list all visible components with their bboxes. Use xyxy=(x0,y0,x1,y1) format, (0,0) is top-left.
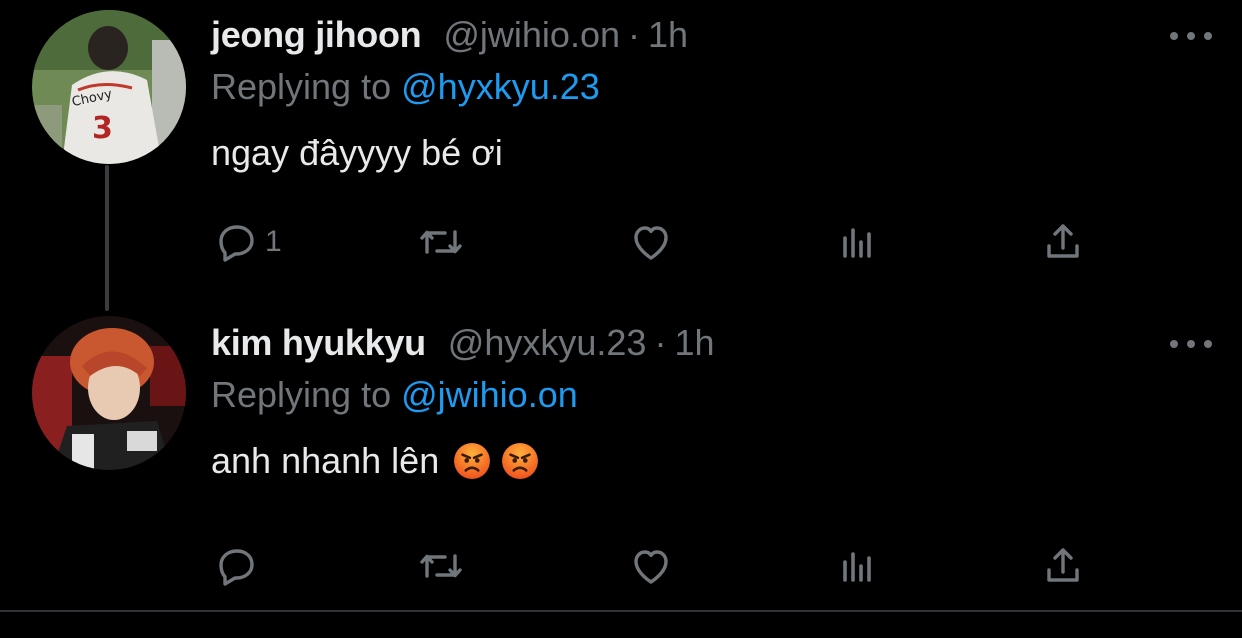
user-handle[interactable]: @jwihio.on xyxy=(443,14,620,56)
more-dot xyxy=(1170,32,1178,40)
more-dot xyxy=(1187,340,1195,348)
reply-icon xyxy=(219,549,254,586)
separator-dot: · xyxy=(654,322,667,363)
share-button[interactable] xyxy=(1039,542,1087,590)
separator-dot: · xyxy=(628,14,640,55)
replying-to: Replying to @jwihio.on xyxy=(211,374,578,416)
tweet-body: ngay đâyyyy bé ơi xyxy=(211,132,503,173)
share-icon xyxy=(1047,224,1079,258)
reply-button[interactable] xyxy=(213,542,261,590)
timestamp[interactable]: 1h xyxy=(648,14,688,56)
stats-icon xyxy=(843,552,871,582)
tweet[interactable]: Chovy 3 jeong jihoon @jwihio.on · 1h Rep… xyxy=(0,0,1242,305)
tweet-header: kim hyukkyu @hyxkyu.23 · 1h xyxy=(211,322,714,370)
like-button[interactable] xyxy=(627,218,675,266)
replying-to: Replying to @hyxkyu.23 xyxy=(211,66,600,108)
retweet-button[interactable] xyxy=(417,542,465,590)
stats-button[interactable] xyxy=(833,542,881,590)
reply-icon xyxy=(219,225,254,262)
display-name[interactable]: kim hyukkyu xyxy=(211,322,426,364)
avatar-image xyxy=(32,316,186,470)
share-icon xyxy=(1047,548,1079,582)
user-handle[interactable]: @hyxkyu.23 xyxy=(448,322,647,364)
retweet-icon xyxy=(420,554,462,578)
like-button[interactable] xyxy=(627,542,675,590)
avatar[interactable] xyxy=(32,316,186,470)
tweet-text: ngay đâyyyy bé ơi xyxy=(211,132,503,174)
like-icon xyxy=(634,550,668,584)
more-icon[interactable] xyxy=(1170,24,1212,48)
like-icon xyxy=(634,226,668,260)
avatar-jersey-number: 3 xyxy=(92,111,113,146)
tweet[interactable]: kim hyukkyu @hyxkyu.23 · 1h Replying to … xyxy=(0,308,1242,613)
divider xyxy=(0,610,1242,612)
replying-to-handle[interactable]: @hyxkyu.23 xyxy=(401,66,600,107)
stats-icon xyxy=(843,228,871,258)
more-icon[interactable] xyxy=(1170,332,1212,356)
more-dot xyxy=(1187,32,1195,40)
more-dot xyxy=(1170,340,1178,348)
display-name[interactable]: jeong jihoon xyxy=(211,14,422,56)
retweet-icon xyxy=(420,230,462,254)
action-bar: 1 xyxy=(213,218,1093,266)
timestamp[interactable]: 1h xyxy=(674,322,714,364)
tweet-header: jeong jihoon @jwihio.on · 1h xyxy=(211,14,688,62)
avatar[interactable]: Chovy 3 xyxy=(32,10,186,164)
angry-face-icon xyxy=(454,443,491,479)
angry-face-icon xyxy=(502,443,539,479)
more-dot xyxy=(1204,340,1212,348)
replying-to-handle[interactable]: @jwihio.on xyxy=(401,374,578,415)
replying-to-label: Replying to xyxy=(211,66,392,107)
stats-button[interactable] xyxy=(833,218,881,266)
reply-count: 1 xyxy=(265,225,282,258)
avatar-image: Chovy 3 xyxy=(32,10,186,164)
share-button[interactable] xyxy=(1039,218,1087,266)
reply-button[interactable]: 1 xyxy=(213,218,282,266)
more-dot xyxy=(1204,32,1212,40)
tweet-text: anh nhanh lên xyxy=(211,440,539,482)
replying-to-label: Replying to xyxy=(211,374,392,415)
tweet-body: anh nhanh lên xyxy=(211,440,440,481)
retweet-button[interactable] xyxy=(417,218,465,266)
action-bar xyxy=(213,542,1093,590)
